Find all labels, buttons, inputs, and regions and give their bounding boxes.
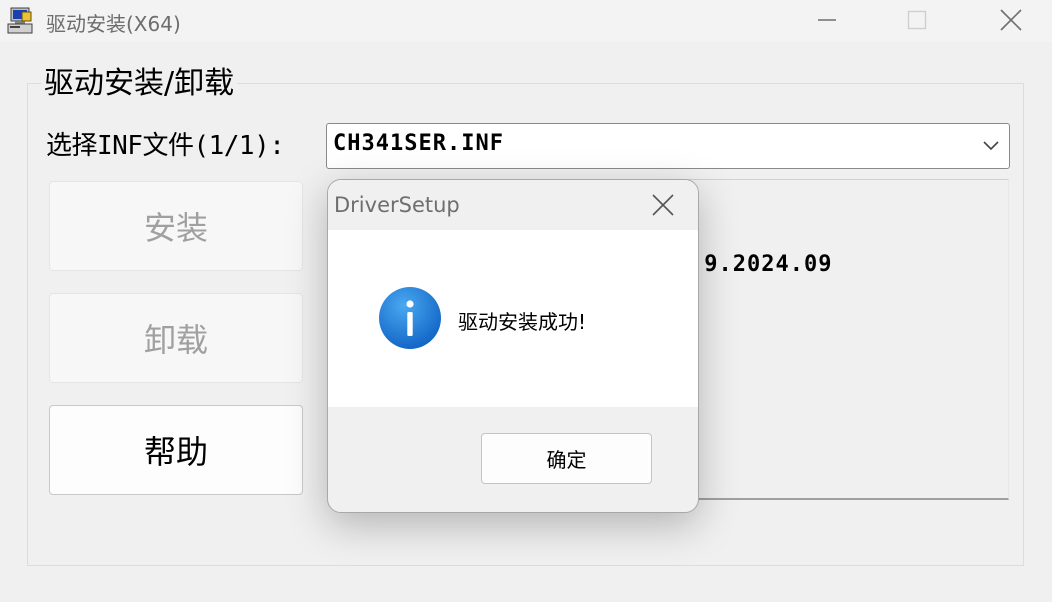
dialog-close-button[interactable] xyxy=(639,186,687,224)
maximize-icon xyxy=(907,10,927,30)
inf-selected-value: CH341SER.INF xyxy=(333,131,504,156)
dialog-body: 驱动安装成功! xyxy=(328,230,698,407)
inf-file-dropdown[interactable]: CH341SER.INF xyxy=(326,123,1010,169)
dialog-titlebar: DriverSetup xyxy=(328,180,698,230)
driver-setup-message-dialog: DriverSetup 驱动安装成功! 确定 xyxy=(327,179,699,513)
driver-info-panel: .9.2024.09 xyxy=(680,179,1009,500)
window-titlebar: 驱动安装(X64) xyxy=(0,0,1052,42)
close-icon xyxy=(1000,9,1022,31)
chevron-down-icon xyxy=(983,141,999,151)
minimize-button[interactable] xyxy=(804,0,850,40)
window-title: 驱动安装(X64) xyxy=(46,12,181,36)
groupbox-title: 驱动安装/卸载 xyxy=(41,64,238,104)
dialog-message: 驱动安装成功! xyxy=(458,310,587,334)
driver-version-text: .9.2024.09 xyxy=(690,252,833,277)
dialog-title: DriverSetup xyxy=(334,193,460,217)
help-button[interactable]: 帮助 xyxy=(49,405,303,495)
uninstall-button[interactable]: 卸载 xyxy=(49,293,303,383)
ok-button[interactable]: 确定 xyxy=(481,433,652,484)
minimize-icon xyxy=(818,19,836,21)
installer-computer-icon xyxy=(6,6,36,36)
info-icon xyxy=(378,286,442,350)
install-button[interactable]: 安装 xyxy=(49,181,303,271)
maximize-button[interactable] xyxy=(894,0,940,40)
close-icon xyxy=(652,194,674,216)
window-close-button[interactable] xyxy=(988,0,1034,40)
inf-select-label: 选择INF文件(1/1): xyxy=(46,131,285,161)
